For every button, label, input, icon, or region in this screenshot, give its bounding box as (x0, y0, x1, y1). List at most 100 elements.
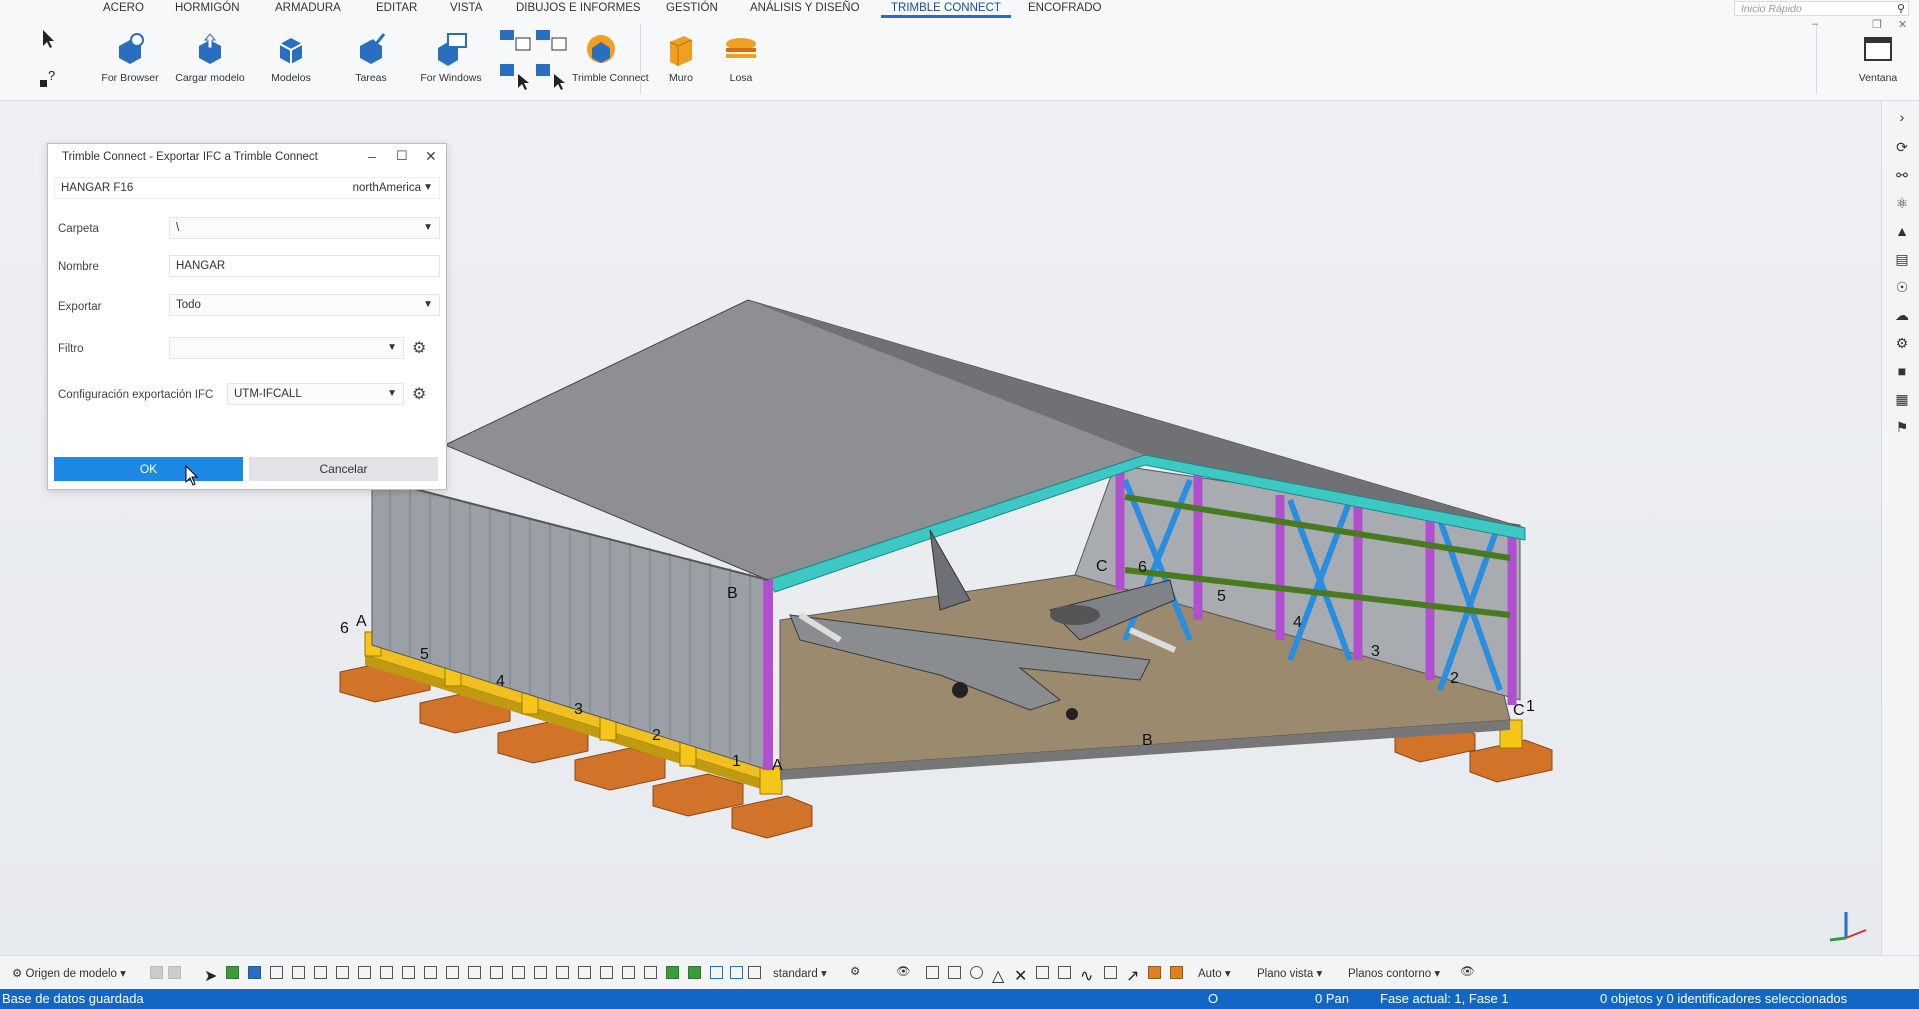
select-assembly-icon[interactable] (688, 966, 701, 979)
snap-circle-icon[interactable] (970, 966, 983, 979)
select-lines-icon[interactable] (314, 966, 327, 979)
chevron-right-icon[interactable]: › (1894, 109, 1910, 125)
muro-button[interactable]: Muro (652, 18, 710, 100)
cargar-modelo-button[interactable]: Cargar modelo (172, 18, 248, 100)
filter-settings-gear-icon[interactable]: ⚙ (412, 338, 426, 358)
plane-view-dropdown[interactable]: Plano vista ▾ (1257, 966, 1322, 980)
settings-gear-icon[interactable]: ⚙ (850, 964, 860, 978)
origin-dropdown[interactable]: ⚙ Origen de modelo ▾ (12, 966, 126, 980)
snap-square-icon[interactable] (948, 966, 961, 979)
select-cursor-icon[interactable]: ➤ (204, 966, 217, 985)
sync-icons[interactable] (494, 24, 570, 96)
close-icon[interactable]: ✕ (425, 148, 437, 165)
select-cast-unit-icon[interactable] (730, 966, 743, 979)
select-loads-icon[interactable] (512, 966, 525, 979)
learning-icon[interactable]: ▲ (1894, 223, 1910, 239)
select-planes-icon[interactable] (556, 966, 569, 979)
losa-button[interactable]: Losa (712, 18, 770, 100)
tab-hormigon[interactable]: HORMIGÓN (175, 0, 240, 17)
select-grids-icon[interactable] (292, 966, 305, 979)
tab-acero[interactable]: ACERO (103, 0, 144, 17)
select-cuts-icon[interactable] (380, 966, 393, 979)
maximize-icon[interactable]: ☐ (396, 148, 408, 164)
contour-planes-dropdown[interactable]: Planos contorno ▾ (1348, 966, 1440, 980)
select-surfaces-icon[interactable] (468, 966, 481, 979)
select-views-icon[interactable] (402, 966, 415, 979)
tab-vista[interactable]: VISTA (450, 0, 482, 17)
tab-analisis-diseno[interactable]: ANÁLISIS Y DISEÑO (750, 0, 860, 17)
snap-perpendicular-icon[interactable] (1036, 966, 1049, 979)
snap-tool-icon[interactable]: ? (38, 68, 60, 90)
trimble-connect-panel-icon[interactable]: ⟳ (1894, 139, 1910, 155)
key-icon[interactable]: ⚛ (1894, 195, 1910, 211)
tab-gestion[interactable]: GESTIÓN (666, 0, 718, 17)
exportar-select[interactable]: Todo ▼ (169, 294, 440, 316)
tag-icon[interactable]: ⚑ (1894, 419, 1910, 435)
tab-armadura[interactable]: ARMADURA (275, 0, 341, 17)
tab-editar[interactable]: EDITAR (376, 0, 417, 17)
snap-cross-icon[interactable]: ✕ (1014, 966, 1027, 985)
ok-button[interactable]: OK (54, 457, 243, 481)
snap-orange-icon[interactable] (1170, 966, 1183, 979)
view-eye-icon[interactable]: 👁 (1460, 964, 1475, 978)
settings-icon[interactable]: ⚙ (1894, 335, 1910, 351)
modelos-button[interactable]: Modelos (258, 18, 324, 100)
select-reinforcement-icon[interactable] (446, 966, 459, 979)
select-pours-icon[interactable] (490, 966, 503, 979)
minimize-app-icon[interactable]: – (1812, 18, 1818, 30)
for-browser-button[interactable]: For Browser (98, 18, 162, 100)
select-parts-icon[interactable] (226, 966, 239, 979)
select-object-icon[interactable] (666, 966, 679, 979)
grid-icon[interactable]: ▦ (1894, 391, 1910, 407)
for-windows-button[interactable]: For Windows (414, 18, 488, 100)
tab-dibujos-informes[interactable]: DIBUJOS E INFORMES (516, 0, 641, 17)
quick-search-input[interactable]: Inicio Rápido ⚲ (1734, 1, 1909, 16)
exportar-value: Todo (176, 299, 201, 311)
select-assemblies-icon[interactable] (248, 966, 261, 979)
select-reference-icon[interactable] (534, 966, 547, 979)
select-filter-icon[interactable] (644, 966, 657, 979)
select-points-icon[interactable] (336, 966, 349, 979)
cloud-icon[interactable]: ☁ (1894, 307, 1910, 323)
select-tool-icon[interactable] (38, 28, 60, 50)
snap-arrow-icon[interactable]: ↗ (1126, 966, 1139, 985)
filtro-select[interactable]: ▼ (169, 337, 404, 359)
auto-dropdown[interactable]: Auto ▾ (1198, 966, 1231, 980)
layout-icon[interactable] (168, 966, 181, 979)
snap-intersection-icon[interactable] (1058, 966, 1071, 979)
select-dimensions-icon[interactable] (578, 966, 591, 979)
tareas-button[interactable]: Tareas (338, 18, 404, 100)
select-group-icon[interactable] (710, 966, 723, 979)
snap-box-icon[interactable] (926, 966, 939, 979)
snap-curve-icon[interactable]: ∿ (1080, 966, 1093, 985)
tab-trimble-connect[interactable]: TRIMBLE CONNECT (881, 0, 1011, 18)
carpeta-select[interactable]: \ ▼ (169, 217, 440, 239)
standard-dropdown[interactable]: standard ▾ (773, 966, 827, 980)
visibility-eye-icon[interactable]: 👁 (896, 964, 911, 978)
select-marks-icon[interactable] (600, 966, 613, 979)
select-welds-icon[interactable] (358, 966, 371, 979)
document-icon[interactable]: ▤ (1894, 251, 1910, 267)
restore-app-icon[interactable]: ❐ (1872, 18, 1882, 31)
globe-icon[interactable]: ☉ (1894, 279, 1910, 295)
project-selector[interactable]: HANGAR F16 northAmerica ▼ (54, 177, 440, 199)
snap-orange-icon[interactable] (1148, 966, 1161, 979)
ifc-config-select[interactable]: UTM-IFCALL ▼ (227, 383, 404, 405)
status-pan: 0 Pan (1315, 991, 1349, 1006)
snap-midpoint-icon[interactable] (1104, 966, 1117, 979)
tab-encofrado[interactable]: ENCOFRADO (1028, 0, 1101, 17)
object-icon[interactable]: ■ (1894, 363, 1910, 379)
zoom-icon[interactable] (748, 966, 761, 979)
minimize-icon[interactable]: – (368, 148, 376, 164)
ifc-settings-gear-icon[interactable]: ⚙ (412, 384, 426, 404)
properties-icon[interactable]: ⚯ (1894, 167, 1910, 183)
snap-triangle-icon[interactable]: △ (992, 966, 1005, 985)
select-bolts-icon[interactable] (424, 966, 437, 979)
trimble-connect-button[interactable]: Trimble Connect (572, 18, 649, 100)
select-text-icon[interactable] (622, 966, 635, 979)
layout-icon[interactable] (150, 966, 163, 979)
nombre-input[interactable]: HANGAR (169, 255, 440, 277)
close-app-icon[interactable]: ✕ (1898, 18, 1907, 31)
cancel-button[interactable]: Cancelar (249, 457, 438, 481)
select-components-icon[interactable] (270, 966, 283, 979)
